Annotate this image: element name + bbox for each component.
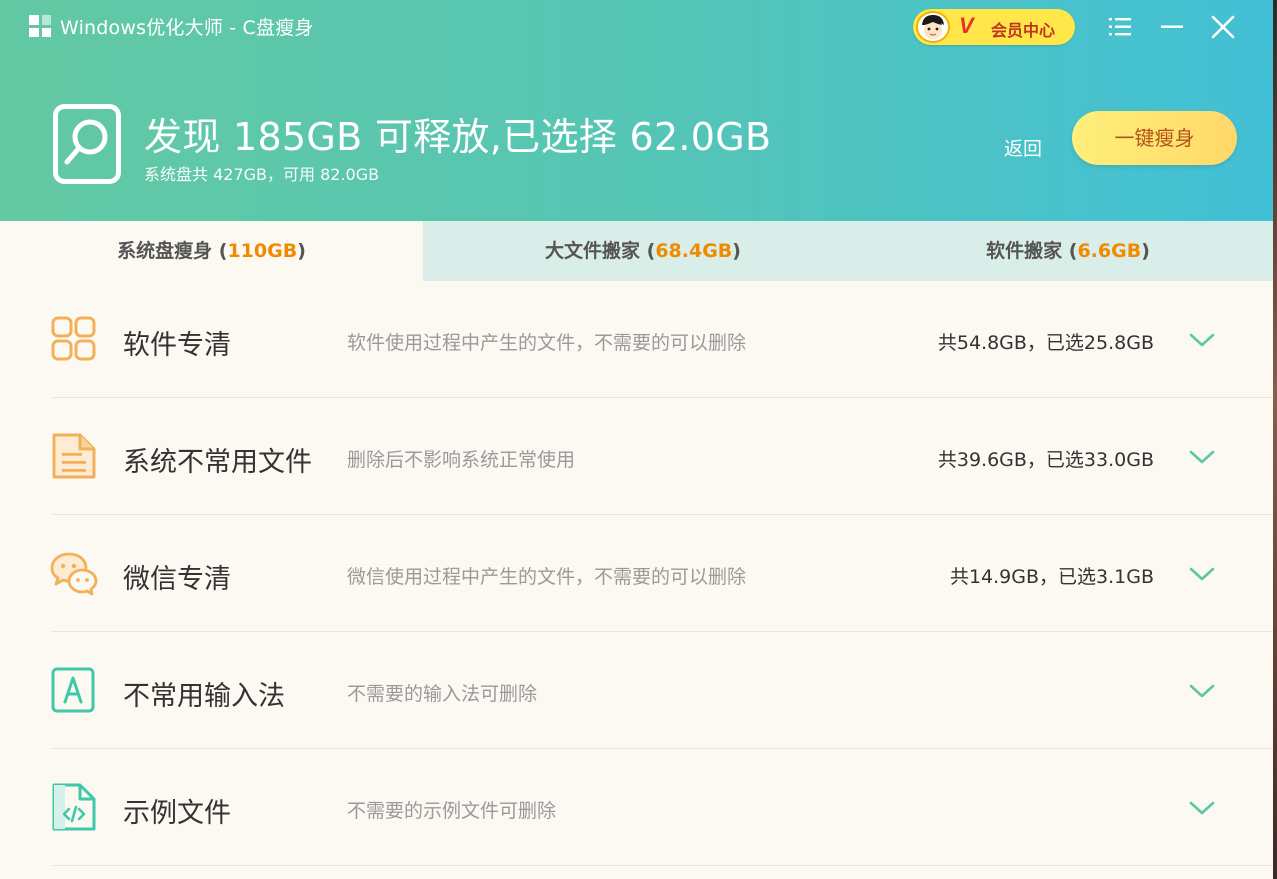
vip-badge-icon: V — [959, 13, 974, 38]
tab-paren-open: ( — [1062, 240, 1078, 262]
background-edge — [1273, 0, 1277, 879]
tab-amount: 68.4GB — [655, 240, 733, 262]
release-headline: 发现 185GB 可释放,已选择 62.0GB — [144, 115, 772, 159]
chevron-down-icon[interactable] — [1187, 330, 1217, 350]
tab-large-file-move[interactable]: 大文件搬家 (68.4GB) — [423, 221, 863, 281]
item-name: 系统不常用文件 — [123, 447, 312, 478]
apps-grid-icon — [51, 316, 96, 361]
tab-paren-close: ) — [1141, 240, 1150, 262]
one-click-slim-button[interactable]: 一键瘦身 — [1072, 111, 1237, 165]
tab-bar: 系统盘瘦身 (110GB) 大文件搬家 (68.4GB) 软件搬家 (6.6GB… — [0, 221, 1273, 281]
item-name: 不常用输入法 — [123, 681, 285, 712]
summary-panel: 发现 185GB 可释放,已选择 62.0GB 系统盘共 427GB，可用 82… — [0, 52, 1273, 221]
chevron-down-icon[interactable] — [1187, 798, 1217, 818]
cleanup-list: 软件专清 软件使用过程中产生的文件，不需要的可以删除 共54.8GB，已选25.… — [0, 281, 1273, 866]
list-item-system-unused[interactable]: 系统不常用文件 删除后不影响系统正常使用 共39.6GB，已选33.0GB — [0, 398, 1273, 515]
tab-software-move[interactable]: 软件搬家 (6.6GB) — [863, 221, 1273, 281]
item-size: 共14.9GB，已选3.1GB — [949, 566, 1154, 588]
item-size: 共54.8GB，已选25.8GB — [937, 332, 1154, 354]
menu-icon[interactable] — [1105, 12, 1135, 42]
close-icon[interactable] — [1208, 12, 1238, 42]
disk-info: 系统盘共 427GB，可用 82.0GB — [144, 165, 380, 184]
avatar — [916, 11, 950, 43]
item-size: 共39.6GB，已选33.0GB — [937, 449, 1154, 471]
item-name: 示例文件 — [123, 798, 231, 829]
tab-paren-open: ( — [640, 240, 656, 262]
tab-paren-close: ) — [297, 240, 306, 262]
title-bar: Windows优化大师 - C盘瘦身 V 会员中心 — [0, 0, 1273, 52]
windows-logo-icon — [29, 15, 51, 37]
tab-paren-close: ) — [732, 240, 741, 262]
app-window: Windows优化大师 - C盘瘦身 V 会员中心 发现 185GB 可释放,已… — [0, 0, 1273, 879]
vip-center-button[interactable]: V 会员中心 — [913, 9, 1075, 45]
tab-label: 系统盘瘦身 — [117, 240, 213, 262]
tab-group-inactive: 大文件搬家 (68.4GB) 软件搬家 (6.6GB) — [423, 221, 1273, 281]
input-method-icon — [51, 667, 95, 713]
chevron-down-icon[interactable] — [1187, 681, 1217, 701]
header: Windows优化大师 - C盘瘦身 V 会员中心 发现 185GB 可释放,已… — [0, 0, 1273, 221]
minimize-icon[interactable] — [1157, 12, 1187, 42]
item-name: 软件专清 — [123, 330, 231, 361]
item-description: 软件使用过程中产生的文件，不需要的可以删除 — [347, 332, 747, 354]
list-item-software-clean[interactable]: 软件专清 软件使用过程中产生的文件，不需要的可以删除 共54.8GB，已选25.… — [0, 281, 1273, 398]
list-item-wechat-clean[interactable]: 微信专清 微信使用过程中产生的文件，不需要的可以删除 共14.9GB，已选3.1… — [0, 515, 1273, 632]
window-title: Windows优化大师 - C盘瘦身 — [60, 17, 314, 39]
tab-label: 软件搬家 — [986, 240, 1063, 262]
item-description: 不需要的示例文件可删除 — [347, 800, 557, 822]
item-description: 删除后不影响系统正常使用 — [347, 449, 576, 471]
tab-amount: 110GB — [227, 240, 298, 262]
item-description: 微信使用过程中产生的文件，不需要的可以删除 — [347, 566, 747, 588]
item-description: 不需要的输入法可删除 — [347, 683, 538, 705]
disk-cleanup-icon — [53, 104, 121, 184]
list-item-unused-input-method[interactable]: 不常用输入法 不需要的输入法可删除 — [0, 632, 1273, 749]
document-icon — [52, 433, 96, 479]
code-file-icon — [52, 783, 96, 831]
wechat-icon — [50, 552, 98, 596]
vip-label: 会员中心 — [991, 21, 1056, 40]
chevron-down-icon[interactable] — [1187, 447, 1217, 467]
tab-label: 大文件搬家 — [545, 240, 641, 262]
tab-amount: 6.6GB — [1077, 240, 1142, 262]
tab-paren-open: ( — [212, 240, 228, 262]
divider — [51, 865, 1273, 866]
item-name: 微信专清 — [123, 564, 231, 595]
tab-system-slim[interactable]: 系统盘瘦身 (110GB) — [0, 221, 423, 281]
chevron-down-icon[interactable] — [1187, 564, 1217, 584]
list-item-sample-files[interactable]: 示例文件 不需要的示例文件可删除 — [0, 749, 1273, 866]
back-link[interactable]: 返回 — [1004, 134, 1042, 161]
